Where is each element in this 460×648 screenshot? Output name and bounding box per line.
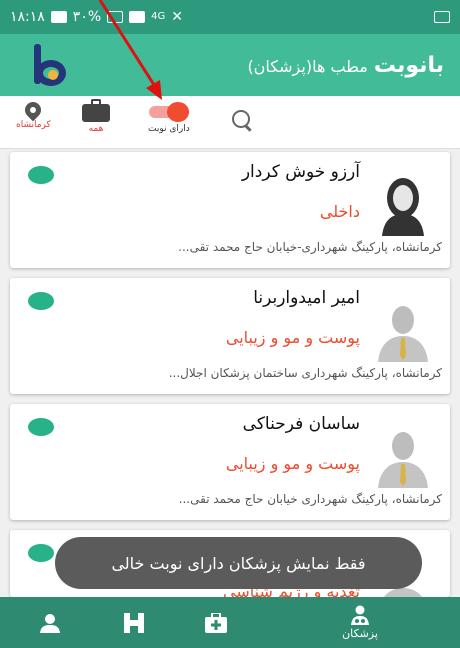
sim-icon	[129, 11, 146, 23]
doctor-name: ساسان فرحناکی	[242, 414, 360, 434]
person-icon	[40, 613, 60, 633]
filter-location-label: کرمانشاه	[16, 120, 51, 130]
status-icons: ١٨:١٨ ٣٠% 4G ✕	[10, 9, 183, 25]
briefcase-icon	[82, 99, 110, 122]
doctor-card[interactable]: ساسان فرحناکی پوست و مو و زیبایی کرمانشا…	[10, 404, 450, 520]
nav-doctors[interactable]: پزشکان	[330, 597, 390, 648]
nav-doctors-label: پزشکان	[342, 627, 378, 640]
doctor-specialty: پوست و مو و زیبایی	[225, 454, 360, 473]
gallery-icon	[434, 11, 450, 23]
male-avatar-icon	[378, 306, 428, 362]
filter-all-label: همه	[88, 124, 104, 134]
doctor-card[interactable]: امیر امیدواربرنا پوست و مو و زیبایی کرما…	[10, 278, 450, 394]
status-bar: ١٨:١٨ ٣٠% 4G ✕	[0, 0, 460, 34]
search-icon[interactable]	[232, 110, 250, 128]
filter-has-appointment-label: دارای نوبت	[148, 124, 190, 134]
doctor-specialty: داخلی	[319, 202, 360, 221]
filter-bar: کرمانشاه همه دارای نوبت	[0, 96, 460, 149]
signal-icon	[107, 11, 124, 23]
doctor-address: کرمانشاه، پارکینگ شهرداری-خیابان حاج محم…	[178, 240, 442, 254]
availability-dot	[28, 418, 54, 436]
doctor-card[interactable]: آرزو خوش کردار داخلی کرمانشاه، پارکینگ ش…	[10, 152, 450, 268]
battery-text: ٣٠%	[72, 9, 102, 25]
bottom-nav: پزشکان	[0, 597, 460, 648]
nav-profile[interactable]	[30, 597, 70, 648]
filter-location[interactable]: کرمانشاه	[16, 98, 51, 130]
hospital-h-icon	[124, 612, 144, 633]
brand-name: بانوبت	[373, 52, 444, 78]
filter-all[interactable]: همه	[82, 99, 110, 134]
battery-icon	[50, 11, 67, 23]
doctor-name: آرزو خوش کردار	[241, 162, 360, 182]
doctor-name: امیر امیدواربرنا	[253, 288, 360, 308]
nav-hospitals[interactable]	[114, 597, 154, 648]
appointment-toggle[interactable]	[148, 102, 189, 122]
network-text: 4G	[151, 11, 166, 22]
male-avatar-icon	[378, 432, 428, 488]
doctor-specialty: پوست و مو و زیبایی	[225, 328, 360, 347]
toast-message: فقط نمایش پزشکان دارای نوبت خالی	[55, 537, 422, 589]
page-subtitle: مطب ها(پزشکان)	[247, 56, 368, 76]
female-avatar-icon	[382, 178, 424, 236]
medical-kit-icon	[205, 612, 227, 633]
doctor-address: کرمانشاه، پارکینگ شهرداری ساختمان پزشکان…	[168, 366, 442, 380]
location-pin-icon	[22, 98, 45, 122]
doctor-address: کرمانشاه، پارکینگ شهرداری خیابان حاج محم…	[178, 492, 442, 506]
nav-clinics[interactable]	[196, 597, 236, 648]
availability-dot	[28, 166, 54, 184]
app-logo	[28, 42, 74, 88]
page-title: بانوبت مطب ها(پزشکان)	[247, 53, 444, 78]
clock-text: ١٨:١٨	[10, 9, 45, 25]
missed-call-icon: ✕	[171, 9, 184, 25]
availability-dot	[28, 292, 54, 310]
availability-dot	[28, 544, 54, 562]
app-header: بانوبت مطب ها(پزشکان)	[0, 34, 460, 96]
filter-has-appointment[interactable]: دارای نوبت	[148, 100, 190, 134]
doctors-icon	[351, 605, 369, 625]
